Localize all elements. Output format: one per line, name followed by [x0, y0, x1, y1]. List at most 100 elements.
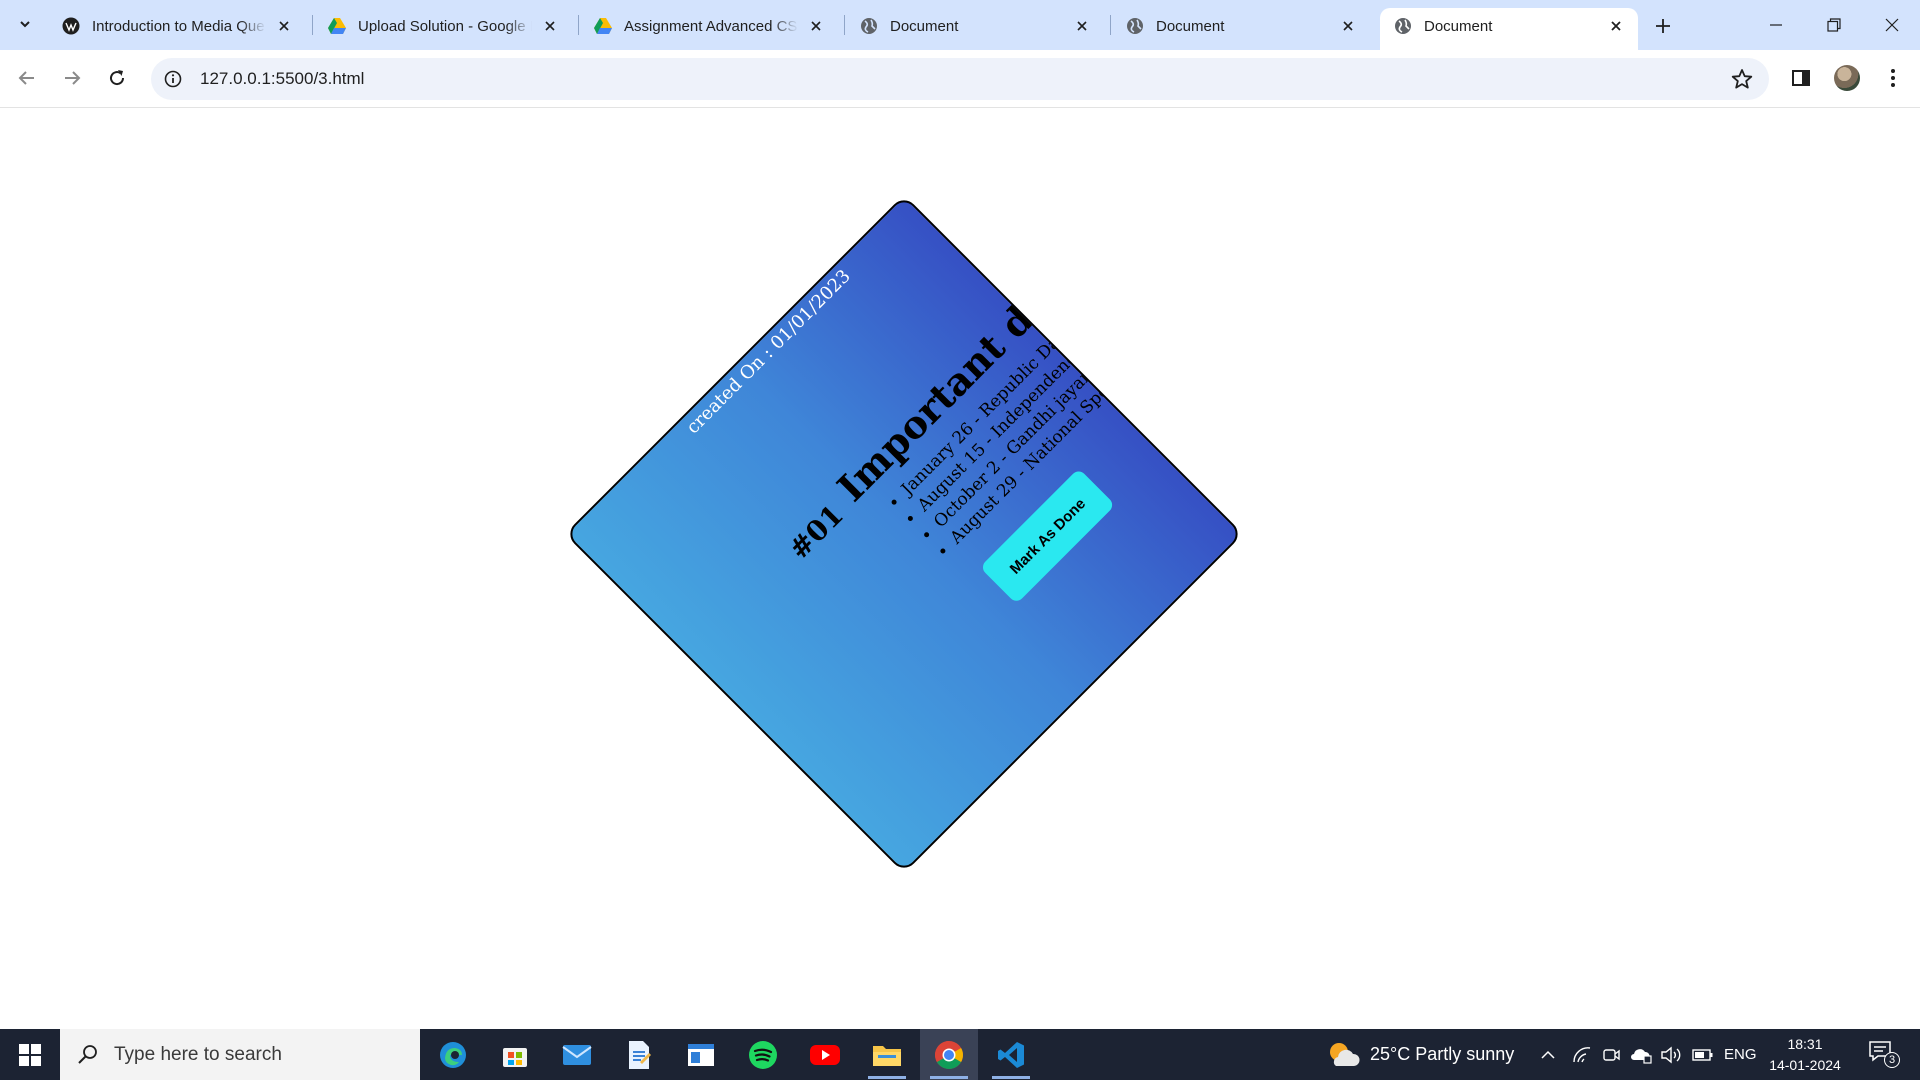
search-icon	[78, 1044, 97, 1064]
tab-assignment-advanced-css[interactable]: Assignment Advanced CSS	[580, 8, 838, 50]
tray-meet-now[interactable]	[1602, 1029, 1620, 1080]
globe-icon	[1394, 17, 1412, 35]
restore-icon	[1827, 18, 1841, 32]
close-icon[interactable]	[1606, 16, 1626, 36]
wifi-icon	[1573, 1046, 1591, 1062]
profile-button[interactable]	[1832, 63, 1862, 93]
notification-count: 3	[1884, 1052, 1900, 1068]
tab-document-active[interactable]: Document	[1380, 8, 1638, 50]
chevron-up-icon	[1541, 1050, 1555, 1059]
vscode-icon	[998, 1041, 1024, 1068]
windows-taskbar: Type here to search 25°C Partly sunny EN…	[0, 1029, 1920, 1080]
google-drive-icon	[594, 17, 612, 35]
show-hidden-icons[interactable]	[1540, 1029, 1556, 1080]
clock-time: 18:31	[1787, 1036, 1823, 1052]
created-date: created On : 01/01/2023	[682, 265, 855, 439]
minimize-button[interactable]	[1748, 0, 1804, 50]
tab-title: Document	[1156, 17, 1225, 35]
taskbar-app-store[interactable]	[486, 1029, 544, 1080]
close-icon[interactable]	[1338, 16, 1358, 36]
important-dates-card: created On : 01/01/2023 #01 Important da…	[564, 194, 1244, 874]
site-info-icon[interactable]	[163, 69, 183, 89]
close-icon[interactable]	[274, 16, 294, 36]
partly-sunny-icon	[1330, 1042, 1360, 1066]
taskbar-app-mail[interactable]	[548, 1029, 606, 1080]
tab-title: Assignment Advanced CSS	[624, 17, 798, 35]
taskbar-app-file-explorer[interactable]	[858, 1029, 916, 1080]
tab-separator	[1110, 15, 1111, 35]
weather-widget[interactable]: 25°C Partly sunny	[1326, 1029, 1514, 1080]
taskbar-app-chrome[interactable]	[920, 1029, 978, 1080]
notepad-icon	[629, 1040, 651, 1069]
tab-title: Upload Solution - Google D	[358, 17, 532, 35]
cloud-network-icon	[1631, 1048, 1652, 1064]
close-icon[interactable]	[1072, 16, 1092, 36]
card-number: #01	[782, 498, 850, 566]
globe-icon	[1126, 17, 1144, 35]
restore-button[interactable]	[1806, 0, 1862, 50]
mail-icon	[562, 1044, 592, 1065]
file-explorer-icon	[873, 1045, 901, 1066]
close-window-button[interactable]	[1864, 0, 1920, 50]
tab-separator	[578, 15, 579, 35]
tab-media-queries[interactable]: Introduction to Media Que	[48, 8, 306, 50]
arrow-left-icon	[18, 71, 34, 85]
chevron-down-icon	[20, 21, 30, 28]
tray-network-activity[interactable]	[1572, 1029, 1592, 1080]
url-text[interactable]: 127.0.0.1:5500/3.html	[200, 69, 364, 89]
language-indicator: ENG	[1724, 1046, 1757, 1063]
taskbar-search[interactable]: Type here to search	[60, 1029, 420, 1080]
taskbar-app-vscode[interactable]	[982, 1029, 1040, 1080]
microsoft-store-icon	[503, 1047, 527, 1067]
tab-document-1[interactable]: Document	[846, 8, 1104, 50]
avatar	[1834, 65, 1860, 91]
globe-icon	[860, 17, 878, 35]
taskbar-app-edge[interactable]	[424, 1029, 482, 1080]
weather-text: 25°C Partly sunny	[1370, 1044, 1515, 1064]
plus-icon	[1656, 19, 1670, 33]
tab-title: Document	[890, 17, 959, 35]
side-panel-icon	[1792, 70, 1810, 86]
address-bar[interactable]: 127.0.0.1:5500/3.html	[151, 58, 1769, 100]
tray-language[interactable]: ENG	[1724, 1029, 1757, 1080]
camera-icon	[1603, 1048, 1620, 1061]
spotify-icon	[749, 1040, 777, 1069]
forward-button[interactable]	[55, 61, 89, 95]
tab-document-2[interactable]: Document	[1112, 8, 1370, 50]
page-viewport: created On : 01/01/2023 #01 Important da…	[0, 109, 1920, 1029]
tray-volume[interactable]	[1660, 1029, 1682, 1080]
taskbar-app-spotify[interactable]	[734, 1029, 792, 1080]
google-drive-icon	[328, 17, 346, 35]
start-button[interactable]	[0, 1029, 60, 1080]
speaker-icon	[1661, 1046, 1681, 1063]
tab-upload-solution[interactable]: Upload Solution - Google D	[314, 8, 572, 50]
edge-icon	[440, 1041, 466, 1068]
clock-date: 14-01-2024	[1769, 1057, 1841, 1073]
close-icon	[1885, 18, 1899, 32]
minimize-icon	[1770, 24, 1782, 26]
back-button[interactable]	[10, 61, 44, 95]
tab-title: Document	[1424, 17, 1493, 35]
taskbar-app-youtube[interactable]	[796, 1029, 854, 1080]
wordpress-icon	[62, 17, 80, 35]
side-panel-button[interactable]	[1786, 63, 1816, 93]
notification-center-button[interactable]: 3	[1866, 1037, 1900, 1071]
tray-onedrive-network[interactable]	[1630, 1029, 1652, 1080]
reload-icon	[110, 70, 125, 86]
close-icon[interactable]	[540, 16, 560, 36]
tab-search-button[interactable]	[9, 8, 41, 40]
new-tab-button[interactable]	[1648, 11, 1678, 41]
window-icon	[688, 1043, 714, 1066]
arrow-right-icon	[65, 71, 81, 85]
close-icon[interactable]	[806, 16, 826, 36]
browser-toolbar: 127.0.0.1:5500/3.html	[0, 50, 1920, 108]
bookmark-star-icon[interactable]	[1731, 68, 1753, 90]
tray-battery[interactable]	[1692, 1029, 1714, 1080]
chrome-icon	[935, 1040, 963, 1069]
taskbar-app-window[interactable]	[672, 1029, 730, 1080]
menu-button[interactable]	[1878, 63, 1908, 93]
taskbar-app-notepad[interactable]	[610, 1029, 668, 1080]
taskbar-clock[interactable]: 18:31 14-01-2024	[1762, 1034, 1848, 1076]
tab-separator	[312, 15, 313, 35]
reload-button[interactable]	[100, 61, 134, 95]
